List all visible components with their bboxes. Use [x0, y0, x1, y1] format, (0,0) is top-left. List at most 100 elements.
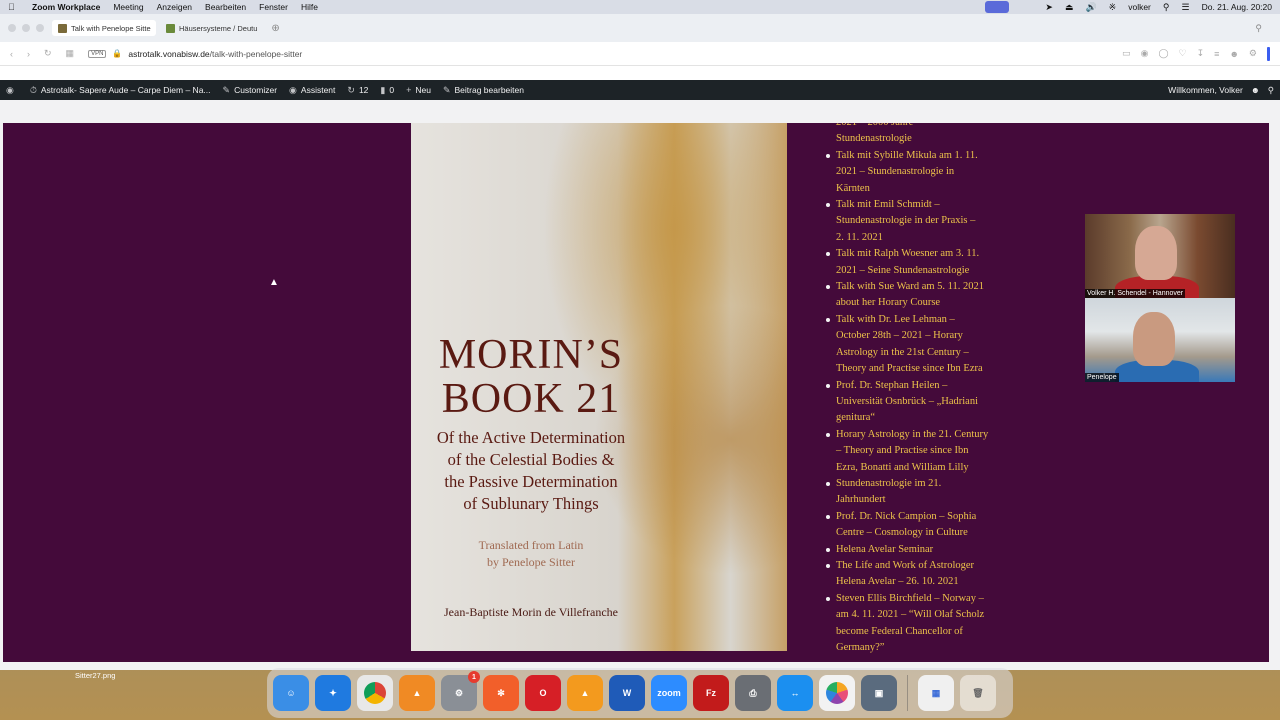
recent-post-link[interactable]: Talk mit Sybille Mikula am 1. 11. 2021 – …	[819, 148, 1009, 197]
download-icon[interactable]: ↧	[1197, 48, 1205, 59]
recent-post-link[interactable]: The Life and Work of Astrologer Helena Av…	[819, 558, 1009, 591]
sidebar-indicator-icon[interactable]	[1267, 46, 1270, 61]
vpn-badge[interactable]: VPN	[88, 49, 107, 58]
post-link-line: October 28th – 2021 – Horary	[836, 330, 963, 342]
reload-icon[interactable]: ↻	[44, 48, 52, 59]
rocket-icon[interactable]: ➤	[1045, 2, 1053, 13]
settings-gear-icon[interactable]: ⚙	[1249, 48, 1257, 59]
menu-lines-icon[interactable]: ≡	[1214, 49, 1219, 59]
downloads-stack-icon[interactable]: ▦	[918, 675, 954, 711]
recent-post-link[interactable]: Talk with Dr. Lee Lehman – October 28th –…	[819, 312, 1009, 378]
camera-icon[interactable]: ◉	[1141, 48, 1149, 59]
desktop-file-label[interactable]: Sitter27.png	[75, 671, 115, 680]
vlc-icon[interactable]: ▲	[567, 675, 603, 711]
wp-comments[interactable]: ▮ 0	[380, 85, 394, 96]
menu-app-name[interactable]: Zoom Workplace	[32, 2, 100, 12]
translator-line: Translated from Latin	[478, 538, 584, 552]
dashboard-icon: ⏱	[29, 84, 37, 95]
wp-customizer[interactable]: ✎ Customizer	[223, 85, 278, 96]
menubar-status-area: ➤ ⏏ 🔊 ※ volker ⚲ ☰ Do. 21. Aug. 20:20	[985, 1, 1272, 13]
wp-assistant[interactable]: ◉ Assistent	[289, 85, 335, 96]
shield-icon[interactable]: ◯	[1158, 48, 1168, 59]
volume-icon[interactable]: 🔊	[1085, 2, 1096, 13]
zoom-window-icon[interactable]	[36, 24, 44, 32]
recent-post-link[interactable]: Prof. Dr. Stephan Heilen – Universität Os…	[819, 378, 1009, 427]
wp-site-name[interactable]: ⏱ Astrotalk- Sapere Aude – Carpe Diem – N…	[30, 85, 211, 96]
comment-bubble-icon: ▮	[380, 84, 386, 95]
menubar-clock[interactable]: Do. 21. Aug. 20:20	[1202, 2, 1272, 12]
post-link-line: Ezra, Bonatti and William Lilly	[836, 461, 969, 473]
trash-icon[interactable]: 🗑	[960, 675, 996, 711]
tab-talk-with-penelope[interactable]: Talk with Penelope Sitte	[52, 20, 156, 36]
menubar-user[interactable]: volker	[1128, 2, 1151, 12]
wp-welcome[interactable]: Willkommen, Volker	[1168, 85, 1243, 95]
apple-icon[interactable]: 	[8, 2, 18, 12]
tab-haeusersysteme[interactable]: Häusersysteme / Deutu	[160, 20, 263, 36]
url-field[interactable]: astrotalk.vonabisw.de/talk-with-penelope…	[128, 49, 302, 59]
recent-post-link[interactable]: 2021 – 2000 Jahre Stundenastrologie	[819, 123, 1009, 148]
teamviewer-icon[interactable]: ↔	[777, 675, 813, 711]
book-cover-image: MORIN’S BOOK 21 Of the Active Determinat…	[411, 123, 787, 651]
bluetooth-icon[interactable]: ※	[1109, 2, 1117, 13]
post-link-line: am 4. 11. 2021 – “Will Olaf Scholz	[836, 609, 985, 621]
menu-meeting[interactable]: Meeting	[113, 2, 143, 12]
menu-hilfe[interactable]: Hilfe	[301, 2, 318, 12]
reader-mode-icon[interactable]: ▭	[1122, 48, 1131, 59]
forward-arrow-icon[interactable]: ›	[27, 49, 30, 59]
lock-icon[interactable]: 🔒	[112, 49, 122, 58]
assistant-icon: ◉	[289, 84, 297, 95]
recent-post-link[interactable]: Steven Ellis Birchfield – Norway – am 4. …	[819, 591, 1009, 657]
participant-video-tile[interactable]: Volker H. Schendel - Hannover	[1085, 214, 1235, 298]
post-link-line: Astrology in the 21st Century –	[836, 346, 969, 358]
recent-post-link[interactable]: Stundenastrologie im 21. Jahrhundert	[819, 476, 1009, 509]
spotlight-search-icon[interactable]: ⚲	[1163, 2, 1170, 13]
filezilla-icon[interactable]: Fz	[693, 675, 729, 711]
close-window-icon[interactable]	[8, 24, 16, 32]
preview-icon[interactable]: ▣	[861, 675, 897, 711]
post-link-line: 2. 11. 2021	[836, 231, 883, 243]
profile-icon[interactable]: ☻	[1229, 49, 1238, 59]
new-tab-plus-icon[interactable]: ⊕	[271, 23, 279, 34]
user-avatar-icon[interactable]: ☻	[1251, 85, 1260, 95]
tab-search-icon[interactable]: ⚲	[1255, 23, 1262, 34]
system-settings-icon[interactable]: ⚙ 1	[441, 671, 480, 711]
printer-icon[interactable]: ⎙	[735, 675, 771, 711]
book-subtitle-line: Of the Active Determination	[436, 428, 626, 447]
finder-icon[interactable]: ☺	[273, 675, 309, 711]
wordpress-logo-icon[interactable]: ◉	[6, 85, 18, 96]
updates-icon: ↻	[347, 84, 355, 95]
photos-icon[interactable]	[819, 675, 855, 711]
recent-post-link[interactable]: Talk with Sue Ward am 5. 11. 2021 about h…	[819, 279, 1009, 312]
recent-post-link[interactable]: Horary Astrology in the 21. Century – The…	[819, 427, 1009, 476]
wp-updates[interactable]: ↻ 12	[347, 85, 368, 96]
back-arrow-icon[interactable]: ‹	[10, 49, 13, 59]
wp-new[interactable]: + Neu	[406, 85, 431, 95]
zoom-share-indicator-icon[interactable]	[985, 1, 1010, 13]
participant-video-tile[interactable]: Penelope	[1085, 298, 1235, 382]
chrome-icon[interactable]	[357, 675, 393, 711]
tab-grid-icon[interactable]: ▦	[66, 48, 75, 59]
wp-search-icon[interactable]: ⚲	[1268, 85, 1274, 96]
recent-post-link[interactable]: Prof. Dr. Nick Campion – Sophia Centre – …	[819, 509, 1009, 542]
word-icon[interactable]: W	[609, 675, 645, 711]
opera-icon[interactable]: O	[525, 675, 561, 711]
zoom-icon[interactable]: zoom	[651, 675, 687, 711]
recent-post-link[interactable]: Talk mit Emil Schmidt – Stundenastrologie…	[819, 197, 1009, 246]
heart-icon[interactable]: ♡	[1179, 48, 1187, 59]
recent-post-link[interactable]: Talk mit Ralph Woesner am 3. 11. 2021 – S…	[819, 246, 1009, 279]
affinity-icon[interactable]: ▲	[399, 675, 435, 711]
control-center-icon[interactable]: ☰	[1182, 2, 1190, 13]
recent-post-link[interactable]: Helena Avelar Seminar	[819, 542, 1009, 558]
post-link-line: Talk with Dr. Lee Lehman –	[836, 313, 955, 325]
eject-icon[interactable]: ⏏	[1065, 2, 1074, 13]
menu-anzeigen[interactable]: Anzeigen	[157, 2, 192, 12]
wp-new-label: Neu	[415, 85, 431, 95]
wp-edit-post[interactable]: ✎ Beitrag bearbeiten	[443, 85, 524, 96]
safari-icon[interactable]: ✦	[315, 675, 351, 711]
minimize-window-icon[interactable]	[22, 24, 30, 32]
menu-fenster[interactable]: Fenster	[259, 2, 288, 12]
menu-bearbeiten[interactable]: Bearbeiten	[205, 2, 246, 12]
post-link-line: 2021 – Seine Stundenastrologie	[836, 264, 970, 276]
address-bar-tools: ▭ ◉ ◯ ♡ ↧ ≡ ☻ ⚙	[1122, 46, 1270, 61]
firefox-icon[interactable]: ✼	[483, 675, 519, 711]
